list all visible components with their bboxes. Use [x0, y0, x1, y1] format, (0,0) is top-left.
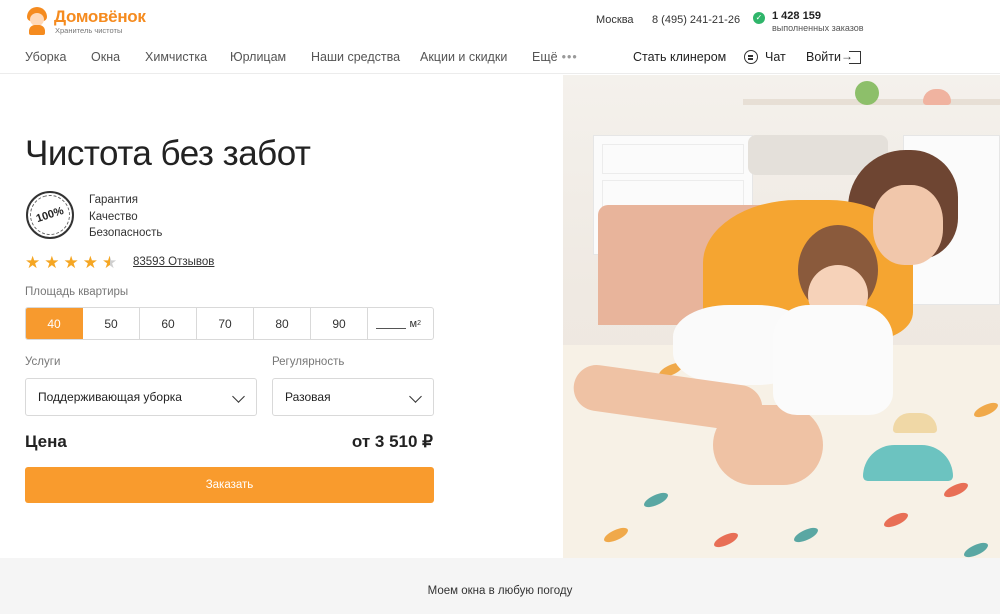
reviews-link[interactable]: 83593 Отзывов: [133, 256, 214, 268]
hero-photo: [563, 75, 1000, 558]
area-selector: 40 50 60 70 80 90 м2: [25, 307, 434, 340]
perk-item: Качество: [89, 210, 138, 223]
logo-mascot-icon: [26, 7, 48, 35]
login-icon: [841, 49, 861, 64]
area-unit: м: [409, 317, 418, 330]
chat-icon: [744, 50, 758, 64]
login-label: Войти: [806, 50, 841, 64]
main-nav: Уборка Окна Химчистка Юрлицам Наши средс…: [0, 42, 1000, 74]
area-option-70[interactable]: 70: [197, 308, 254, 339]
area-label: Площадь квартиры: [25, 286, 129, 298]
star-icon: ★: [44, 253, 60, 272]
perk-item: Гарантия: [89, 194, 139, 206]
check-icon: ✓: [753, 12, 765, 24]
area-custom-input[interactable]: м2: [368, 308, 433, 339]
nav-more-label: Ещё: [532, 50, 558, 64]
regularity-select[interactable]: Разовая: [272, 378, 434, 416]
area-option-40[interactable]: 40: [26, 308, 83, 339]
price-value: от 3 510 ₽: [351, 432, 433, 451]
star-icon: ★: [82, 253, 98, 272]
nav-item-cleaning[interactable]: Уборка: [25, 50, 66, 64]
logo-name: Домовёнок: [54, 7, 146, 26]
orders-label: выполненных заказов: [772, 23, 864, 33]
price-label: Цена: [25, 432, 67, 451]
chevron-down-icon: [232, 390, 245, 403]
services-value: Поддерживающая уборка: [38, 390, 182, 404]
nav-item-dry-cleaning[interactable]: Химчистка: [145, 50, 207, 64]
area-custom-field[interactable]: [375, 319, 406, 329]
nav-item-windows[interactable]: Окна: [91, 50, 120, 64]
perks-list: Гарантия Качество Безопасность: [89, 192, 162, 242]
nav-item-business[interactable]: Юрлицам: [230, 50, 286, 64]
area-option-50[interactable]: 50: [83, 308, 140, 339]
city-selector[interactable]: Москва: [596, 14, 634, 26]
promo-strip-text: Моем окна в любую погоду: [427, 585, 573, 597]
orders-counter: ✓ 1 428 159 выполненных заказов: [753, 10, 864, 34]
area-option-90[interactable]: 90: [311, 308, 368, 339]
nav-item-promotions[interactable]: Акции и скидки: [420, 50, 507, 64]
order-button[interactable]: Заказать: [25, 467, 434, 503]
nav-item-more[interactable]: Ещё •••: [532, 50, 578, 64]
star-icon: ★: [25, 253, 41, 272]
perk-item: Безопасность: [89, 227, 163, 239]
top-header: Домовёнок Хранитель чистоты Москва 8 (49…: [0, 0, 1000, 42]
regularity-label: Регулярность: [272, 356, 345, 368]
orders-count: 1 428 159: [772, 10, 821, 22]
area-unit-sup: 2: [417, 320, 421, 327]
area-option-80[interactable]: 80: [254, 308, 311, 339]
phone-link[interactable]: 8 (495) 241-21-26: [652, 14, 740, 26]
logo-tagline: Хранитель чистоты: [55, 26, 123, 35]
chat-label: Чат: [765, 50, 786, 64]
page-title: Чистота без забот: [25, 134, 311, 173]
guarantee-badge: 100%: [24, 189, 76, 241]
logo[interactable]: Домовёнок Хранитель чистоты: [26, 7, 146, 35]
rating-stars: ★ ★ ★ ★ ★: [25, 254, 121, 271]
chevron-down-icon: [409, 390, 422, 403]
chat-button[interactable]: Чат: [744, 50, 786, 64]
services-label: Услуги: [25, 356, 61, 368]
half-star-icon: ★: [102, 253, 118, 272]
area-option-60[interactable]: 60: [140, 308, 197, 339]
login-button[interactable]: Войти: [806, 49, 861, 64]
badge-text: 100%: [24, 189, 76, 241]
regularity-value: Разовая: [285, 390, 331, 404]
promo-strip: Моем окна в любую погоду: [0, 558, 1000, 614]
become-cleaner-link[interactable]: Стать клинером: [633, 50, 726, 64]
nav-item-products[interactable]: Наши средства: [311, 50, 400, 64]
services-select[interactable]: Поддерживающая уборка: [25, 378, 257, 416]
more-dots-icon: •••: [561, 50, 578, 64]
star-icon: ★: [63, 253, 79, 272]
